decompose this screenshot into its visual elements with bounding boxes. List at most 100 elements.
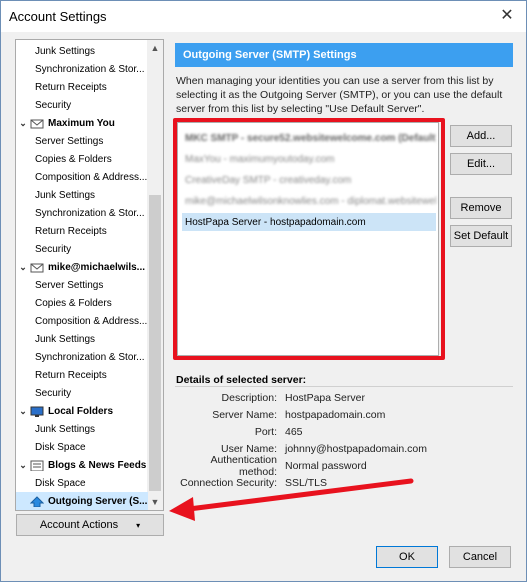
tree-item[interactable]: Composition & Address... <box>16 312 148 330</box>
tree-item-label: Return Receipts <box>35 81 107 93</box>
title-bar: Account Settings ✕ <box>1 1 526 32</box>
tree-item-label: Copies & Folders <box>35 297 112 309</box>
tree-item-label: Server Settings <box>35 279 104 291</box>
add-label: Add... <box>466 130 496 142</box>
remove-server-button[interactable]: Remove <box>450 197 512 219</box>
panel-title: Outgoing Server (SMTP) Settings <box>175 43 513 67</box>
chevron-down-icon[interactable]: ⌄ <box>18 262 28 273</box>
cancel-button[interactable]: Cancel <box>449 546 511 568</box>
tree-item-label: Synchronization & Stor... <box>35 63 145 75</box>
tree-item-label: Junk Settings <box>35 333 96 345</box>
tree-item[interactable]: Junk Settings <box>16 330 148 348</box>
edit-label: Edit... <box>466 158 496 170</box>
tree-item-label: Blogs & News Feeds <box>48 459 147 471</box>
detail-row: Port: 465 <box>175 423 513 440</box>
tree-item[interactable]: Composition & Address... <box>16 168 148 186</box>
close-icon[interactable]: ✕ <box>498 8 516 26</box>
tree-item-label: Copies & Folders <box>35 153 112 165</box>
detail-value: 465 <box>285 425 303 438</box>
details-heading: Details of selected server: <box>176 374 307 386</box>
tree-item-label: Security <box>35 387 72 399</box>
tree-item[interactable]: Synchronization & Stor... <box>16 204 148 222</box>
detail-value: SSL/TLS <box>285 476 328 489</box>
tree-item-label: mike@michaelwils... <box>48 261 146 273</box>
add-server-button[interactable]: Add... <box>450 125 512 147</box>
annotation-highlight-box <box>173 118 445 360</box>
detail-value: johnny@hostpapadomain.com <box>285 442 427 455</box>
ok-label: OK <box>399 551 415 563</box>
detail-value: Normal password <box>285 459 367 472</box>
detail-row: Authentication method: Normal password <box>175 454 513 478</box>
mail-account-icon <box>30 263 44 272</box>
tree-account[interactable]: ⌄ Local Folders <box>16 402 148 420</box>
chevron-down-icon[interactable]: ⌄ <box>18 406 28 417</box>
tree-item-label: Maximum You <box>48 117 115 129</box>
chevron-down-icon[interactable]: ⌄ <box>18 118 28 129</box>
ok-button[interactable]: OK <box>376 546 438 568</box>
detail-key: Connection Security: <box>180 476 277 489</box>
tree-account[interactable]: ⌄ Blogs & News Feeds <box>16 456 148 474</box>
tree-item-label: Server Settings <box>35 135 104 147</box>
remove-label: Remove <box>460 202 502 214</box>
mail-account-icon <box>30 119 44 128</box>
tree-item[interactable]: Security <box>16 240 148 258</box>
tree-item[interactable]: Synchronization & Stor... <box>16 60 148 78</box>
tree-item[interactable]: Return Receipts <box>16 222 148 240</box>
tree-item-label: Security <box>35 99 72 111</box>
tree-item[interactable]: Return Receipts <box>16 78 148 96</box>
tree-item-label: Junk Settings <box>35 189 96 201</box>
tree-item[interactable]: Junk Settings <box>16 186 148 204</box>
detail-row: Server Name: hostpapadomain.com <box>175 406 513 423</box>
detail-row: Connection Security: SSL/TLS <box>175 474 513 491</box>
detail-row: Description: HostPapa Server <box>175 389 513 406</box>
scroll-down-icon[interactable]: ▼ <box>147 494 163 510</box>
tree-item-label: Return Receipts <box>35 369 107 381</box>
cancel-label: Cancel <box>462 551 498 563</box>
tree-item[interactable]: Security <box>16 384 148 402</box>
edit-server-button[interactable]: Edit... <box>450 153 512 175</box>
account-actions-label: Account Actions <box>39 519 119 531</box>
tree-scrollbar[interactable]: ▲ ▼ <box>147 40 163 510</box>
tree-item[interactable]: Disk Space <box>16 474 148 492</box>
details-panel: Description: HostPapa Server Server Name: h… <box>175 386 513 494</box>
scroll-up-icon[interactable]: ▲ <box>147 40 163 56</box>
detail-key: Server Name: <box>212 408 277 421</box>
tree-item[interactable]: Disk Space <box>16 438 148 456</box>
tree-item[interactable]: Junk Settings <box>16 420 148 438</box>
tree-item-label: Composition & Address... <box>35 171 148 183</box>
detail-key: Port: <box>254 425 277 438</box>
tree-item[interactable]: Server Settings <box>16 132 148 150</box>
tree-item[interactable]: Copies & Folders <box>16 150 148 168</box>
tree-item-label: Disk Space <box>35 477 86 489</box>
tree-item-label: Synchronization & Stor... <box>35 351 145 363</box>
detail-value: HostPapa Server <box>285 391 365 404</box>
tree-account[interactable]: ⌄ Maximum You <box>16 114 148 132</box>
chevron-down-icon[interactable]: ⌄ <box>18 460 28 471</box>
tree-item-label: Local Folders <box>48 405 114 417</box>
account-tree[interactable]: ▲ ▼ Junk Settings Synchronization & Stor.… <box>15 39 164 511</box>
tree-item[interactable]: Return Receipts <box>16 366 148 384</box>
panel-description: When managing your identities you can us… <box>176 75 503 115</box>
tree-item[interactable]: Server Settings <box>16 276 148 294</box>
tree-item-label: Return Receipts <box>35 225 107 237</box>
account-actions-button[interactable]: Account Actions ▾ <box>16 514 164 536</box>
set-default-button[interactable]: Set Default <box>450 225 512 247</box>
tree-item-label: Composition & Address... <box>35 315 148 327</box>
outgoing-server-icon <box>30 495 44 507</box>
set-default-label: Set Default <box>453 230 509 242</box>
feeds-icon <box>30 460 44 471</box>
tree-item-label: Synchronization & Stor... <box>35 207 145 219</box>
detail-key: Description: <box>221 391 277 404</box>
detail-value: hostpapadomain.com <box>285 408 386 421</box>
tree-item-label: Outgoing Server (S... <box>48 495 148 507</box>
tree-item-label: Junk Settings <box>35 45 96 57</box>
tree-item[interactable]: Security <box>16 96 148 114</box>
tree-item[interactable]: Junk Settings <box>16 42 148 60</box>
tree-account[interactable]: ⌄ mike@michaelwils... <box>16 258 148 276</box>
tree-item[interactable]: Synchronization & Stor... <box>16 348 148 366</box>
dropdown-arrow-icon: ▾ <box>136 520 141 530</box>
tree-item-outgoing-server[interactable]: Outgoing Server (S... <box>16 492 148 510</box>
tree-item[interactable]: Copies & Folders <box>16 294 148 312</box>
scroll-thumb[interactable] <box>149 195 161 491</box>
computer-icon <box>30 406 44 417</box>
